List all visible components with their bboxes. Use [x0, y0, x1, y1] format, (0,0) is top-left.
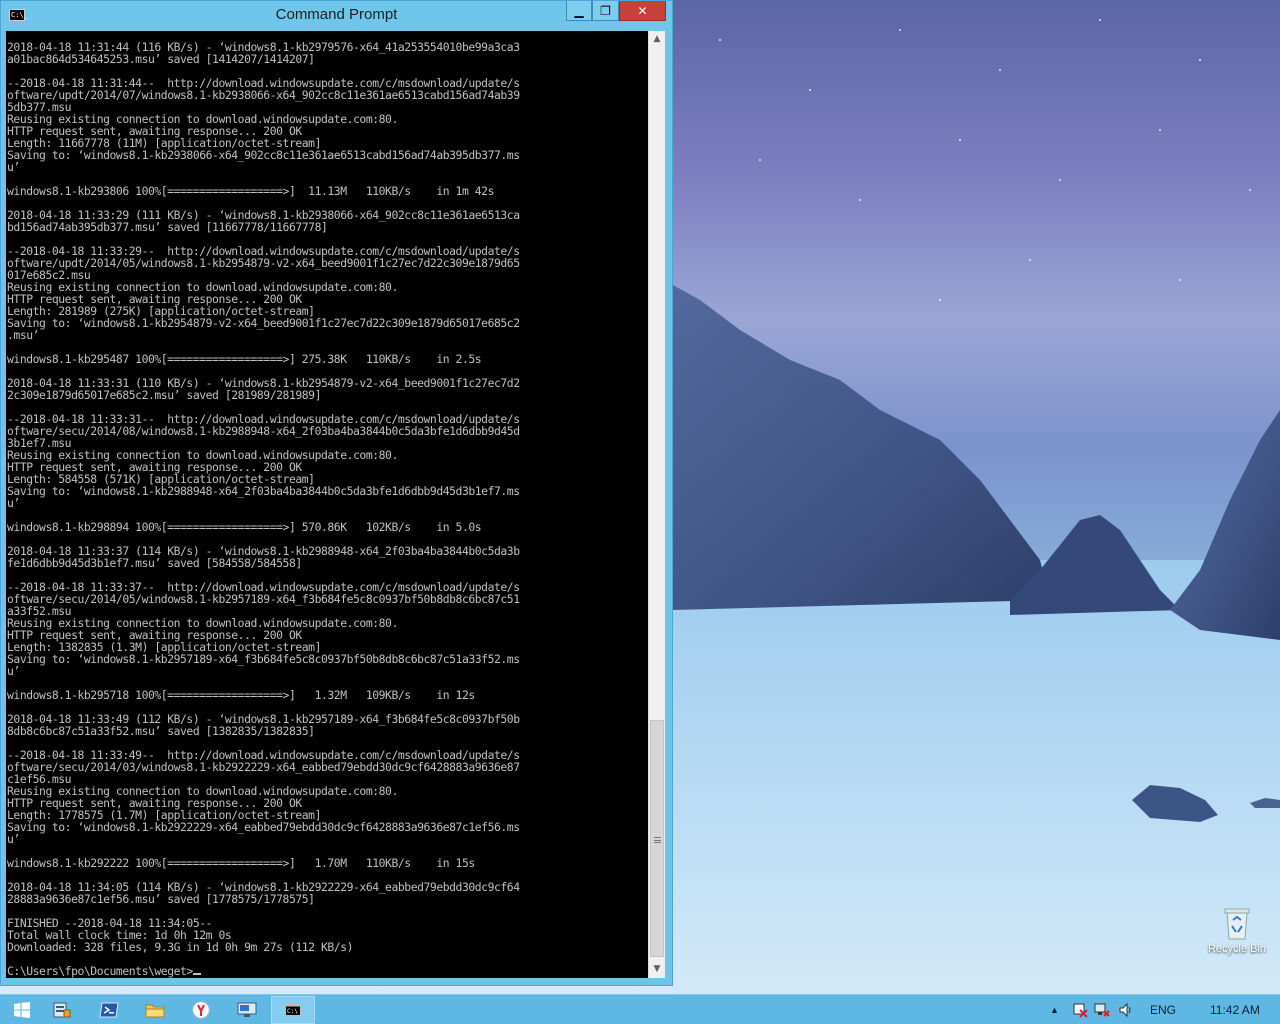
console-line: a01bac864d534645253.msu’ saved [1414207/…	[7, 52, 315, 66]
title-bar[interactable]: C:\_ Command Prompt ▁ ❐ ✕	[1, 1, 672, 31]
console-line: oftware/updt/2014/07/windows8.1-kb293806…	[7, 88, 520, 102]
console-line: 2c309e1879d65017e685c2.msu’ saved [28198…	[7, 388, 321, 402]
maximize-button[interactable]: ❐	[592, 1, 619, 21]
action-center-flag-icon[interactable]	[1072, 995, 1088, 1024]
start-button[interactable]	[0, 996, 44, 1024]
powershell-button[interactable]	[87, 996, 131, 1024]
recycle-bin-icon	[1224, 908, 1250, 940]
console-line: u’	[7, 496, 20, 510]
console-line: Saving to: ‘windows8.1-kb2938066-x64_902…	[7, 148, 520, 162]
console-line: fe1d6dbb9d45d3b1ef7.msu’ saved [584558/5…	[7, 556, 302, 570]
remote-desktop-icon	[237, 1002, 257, 1017]
restore-icon: ❐	[600, 3, 611, 18]
console-line: windows8.1-kb292222 100%[===============…	[7, 856, 475, 870]
console-line: Saving to: ‘windows8.1-kb2954879-v2-x64_…	[7, 316, 520, 330]
yandex-icon	[192, 1001, 210, 1019]
network-icon[interactable]	[1094, 995, 1110, 1024]
minimize-icon: ▁	[574, 3, 584, 18]
close-button[interactable]: ✕	[619, 1, 666, 21]
yandex-browser-button[interactable]	[179, 996, 223, 1024]
console-line: u’	[7, 160, 20, 174]
console-line: windows8.1-kb293806 100%[===============…	[7, 184, 494, 198]
grip-icon	[654, 837, 661, 843]
folder-icon	[145, 1004, 165, 1018]
console-line: u’	[7, 664, 20, 678]
console-line: u’	[7, 832, 20, 846]
scrollbar-thumb[interactable]	[650, 720, 664, 957]
prompt-line[interactable]: C:\Users\fpo\Documents\weget>	[7, 965, 648, 977]
powershell-icon	[99, 1002, 119, 1018]
console-output[interactable]: 2018-04-18 11:31:44 (116 KB/s) - ‘window…	[6, 31, 648, 978]
command-prompt-text: C:\Users\fpo\Documents\weget>	[7, 964, 193, 978]
console-line: Saving to: ‘windows8.1-kb2988948-x64_2f0…	[7, 484, 520, 498]
scroll-up-arrow-icon[interactable]: ▲	[649, 31, 665, 48]
windows-logo-icon	[14, 1002, 30, 1018]
console-line: windows8.1-kb295487 100%[===============…	[7, 352, 482, 366]
console-line: 8db8c6bc87c51a33f52.msu’ saved [1382835/…	[7, 724, 315, 738]
recycle-bin-label: Recycle Bin	[1207, 943, 1267, 955]
show-hidden-icons-chevron-icon[interactable]: ▲	[1050, 995, 1059, 1024]
close-icon: ✕	[637, 3, 648, 18]
console-line: oftware/secu/2014/05/windows8.1-kb295718…	[7, 592, 520, 606]
server-manager-button[interactable]	[40, 996, 84, 1024]
console-line: Downloaded: 328 files, 9.3G in 1d 0h 9m …	[7, 940, 354, 954]
cmd-icon: C:\	[285, 1004, 301, 1016]
console-line: .msu’	[7, 328, 40, 342]
vertical-scrollbar[interactable]: ▲ ▼	[648, 31, 665, 978]
command-prompt-taskbar-button[interactable]: C:\	[271, 996, 315, 1024]
system-tray: ▲ ENG 11:42 AM	[1050, 995, 1280, 1024]
console-line: Saving to: ‘windows8.1-kb2922229-x64_eab…	[7, 820, 520, 834]
scroll-down-arrow-icon[interactable]: ▼	[649, 961, 665, 978]
clock[interactable]: 11:42 AM	[1210, 995, 1260, 1024]
console-line: windows8.1-kb298894 100%[===============…	[7, 520, 482, 534]
volume-icon[interactable]	[1118, 995, 1134, 1024]
text-cursor	[192, 973, 201, 975]
console-line: windows8.1-kb295718 100%[===============…	[7, 688, 475, 702]
server-manager-icon	[53, 1002, 71, 1018]
file-explorer-button[interactable]	[133, 996, 177, 1024]
minimize-button[interactable]: ▁	[566, 1, 592, 21]
console-lines: 2018-04-18 11:31:44 (116 KB/s) - ‘window…	[7, 41, 648, 965]
recycle-bin-shortcut[interactable]: Recycle Bin	[1205, 906, 1269, 955]
taskbar: C:\ ▲ ENG 11:42 AM	[0, 994, 1280, 1024]
language-indicator[interactable]: ENG	[1150, 995, 1176, 1024]
console-line: Saving to: ‘windows8.1-kb2957189-x64_f3b…	[7, 652, 520, 666]
svg-text:C:\: C:\	[287, 1008, 298, 1015]
command-prompt-window[interactable]: C:\_ Command Prompt ▁ ❐ ✕ 2018-04-18 11:…	[0, 0, 673, 986]
console-line: 28883a9636e87c1ef56.msu’ saved [1778575/…	[7, 892, 315, 906]
console-line: oftware/secu/2014/03/windows8.1-kb292222…	[7, 760, 520, 774]
remote-desktop-button[interactable]	[225, 996, 269, 1024]
console-line: bd156ad74ab395db377.msu’ saved [11667778…	[7, 220, 328, 234]
console-line: oftware/secu/2014/08/windows8.1-kb298894…	[7, 424, 520, 438]
console-line: oftware/updt/2014/05/windows8.1-kb295487…	[7, 256, 520, 270]
